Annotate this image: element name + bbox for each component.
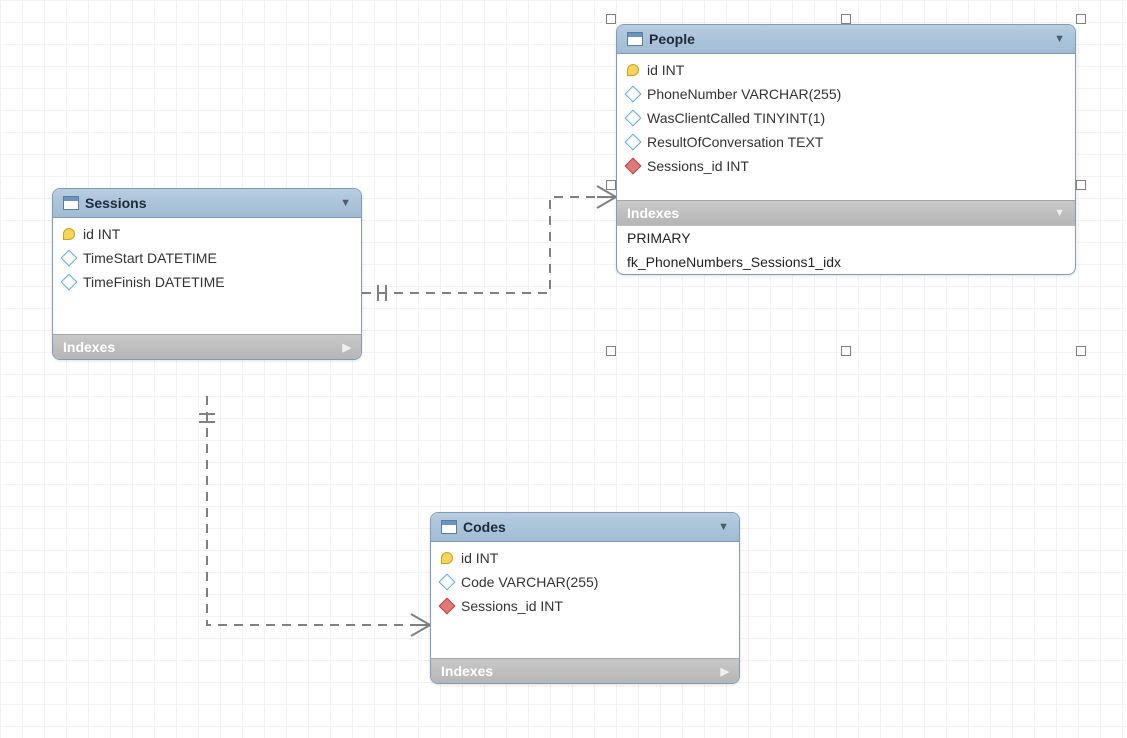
column-label: TimeFinish DATETIME (83, 274, 225, 290)
indexes-label: Indexes (627, 205, 1054, 221)
column-icon (61, 274, 78, 291)
indexes-label: Indexes (63, 339, 343, 355)
column-icon (61, 250, 78, 267)
collapse-caret-icon[interactable]: ▼ (718, 521, 729, 533)
column-row[interactable]: PhoneNumber VARCHAR(255) (617, 82, 1075, 106)
resize-handle-ne[interactable] (1076, 14, 1086, 24)
entity-people-header[interactable]: People ▼ (617, 25, 1075, 54)
entity-title: Codes (457, 519, 718, 535)
column-label: id INT (83, 226, 120, 242)
entity-sessions-header[interactable]: Sessions ▼ (53, 189, 361, 218)
resize-handle-n[interactable] (841, 14, 851, 24)
entity-title: Sessions (79, 195, 340, 211)
expand-caret-icon[interactable]: ▶ (343, 341, 351, 354)
column-label: WasClientCalled TINYINT(1) (647, 110, 825, 126)
column-label: TimeStart DATETIME (83, 250, 217, 266)
index-name: PRIMARY (627, 230, 691, 246)
column-row[interactable]: Code VARCHAR(255) (431, 570, 739, 594)
primary-key-icon (63, 228, 75, 240)
column-label: ResultOfConversation TEXT (647, 134, 823, 150)
column-label: Sessions_id INT (647, 158, 749, 174)
column-label: Code VARCHAR(255) (461, 574, 598, 590)
index-row[interactable]: PRIMARY (617, 225, 1075, 250)
foreign-key-icon (625, 158, 642, 175)
entity-codes-header[interactable]: Codes ▼ (431, 513, 739, 542)
primary-key-icon (627, 64, 639, 76)
entity-codes-columns: id INT Code VARCHAR(255) Sessions_id INT (431, 542, 739, 658)
entity-codes[interactable]: Codes ▼ id INT Code VARCHAR(255) Session… (430, 512, 740, 684)
column-label: PhoneNumber VARCHAR(255) (647, 86, 841, 102)
column-row[interactable]: id INT (617, 58, 1075, 82)
entity-people-columns: id INT PhoneNumber VARCHAR(255) WasClien… (617, 54, 1075, 200)
column-row[interactable]: WasClientCalled TINYINT(1) (617, 106, 1075, 130)
resize-handle-w[interactable] (606, 180, 616, 190)
column-label: id INT (461, 550, 498, 566)
column-row[interactable]: ResultOfConversation TEXT (617, 130, 1075, 154)
column-row[interactable]: Sessions_id INT (617, 154, 1075, 178)
erd-canvas[interactable]: Sessions ▼ id INT TimeStart DATETIME Tim… (0, 0, 1127, 738)
index-name: fk_PhoneNumbers_Sessions1_idx (627, 254, 841, 270)
column-icon (625, 86, 642, 103)
index-row[interactable]: fk_PhoneNumbers_Sessions1_idx (617, 250, 1075, 274)
entity-people[interactable]: People ▼ id INT PhoneNumber VARCHAR(255)… (616, 24, 1076, 275)
entity-sessions-columns: id INT TimeStart DATETIME TimeFinish DAT… (53, 218, 361, 334)
column-row[interactable]: Sessions_id INT (431, 594, 739, 618)
resize-handle-sw[interactable] (606, 346, 616, 356)
collapse-caret-icon[interactable]: ▼ (1054, 33, 1065, 45)
column-row[interactable]: id INT (431, 546, 739, 570)
column-icon (625, 134, 642, 151)
column-label: id INT (647, 62, 684, 78)
column-icon (439, 574, 456, 591)
table-icon (63, 196, 79, 210)
column-label: Sessions_id INT (461, 598, 563, 614)
entity-title: People (643, 31, 1054, 47)
collapse-caret-icon[interactable]: ▼ (340, 197, 351, 209)
resize-handle-nw[interactable] (606, 14, 616, 24)
foreign-key-icon (439, 598, 456, 615)
column-icon (625, 110, 642, 127)
resize-handle-se[interactable] (1076, 346, 1086, 356)
column-row[interactable]: id INT (53, 222, 361, 246)
column-row[interactable]: TimeFinish DATETIME (53, 270, 361, 294)
resize-handle-s[interactable] (841, 346, 851, 356)
table-icon (441, 520, 457, 534)
collapse-caret-icon[interactable]: ▼ (1054, 207, 1065, 219)
entity-sessions[interactable]: Sessions ▼ id INT TimeStart DATETIME Tim… (52, 188, 362, 360)
column-row[interactable]: TimeStart DATETIME (53, 246, 361, 270)
indexes-section-header[interactable]: Indexes ▼ (617, 200, 1075, 225)
expand-caret-icon[interactable]: ▶ (721, 665, 729, 678)
table-icon (627, 32, 643, 46)
indexes-section-header[interactable]: Indexes ▶ (53, 334, 361, 359)
primary-key-icon (441, 552, 453, 564)
resize-handle-e[interactable] (1076, 180, 1086, 190)
indexes-section-header[interactable]: Indexes ▶ (431, 658, 739, 683)
indexes-label: Indexes (441, 663, 721, 679)
